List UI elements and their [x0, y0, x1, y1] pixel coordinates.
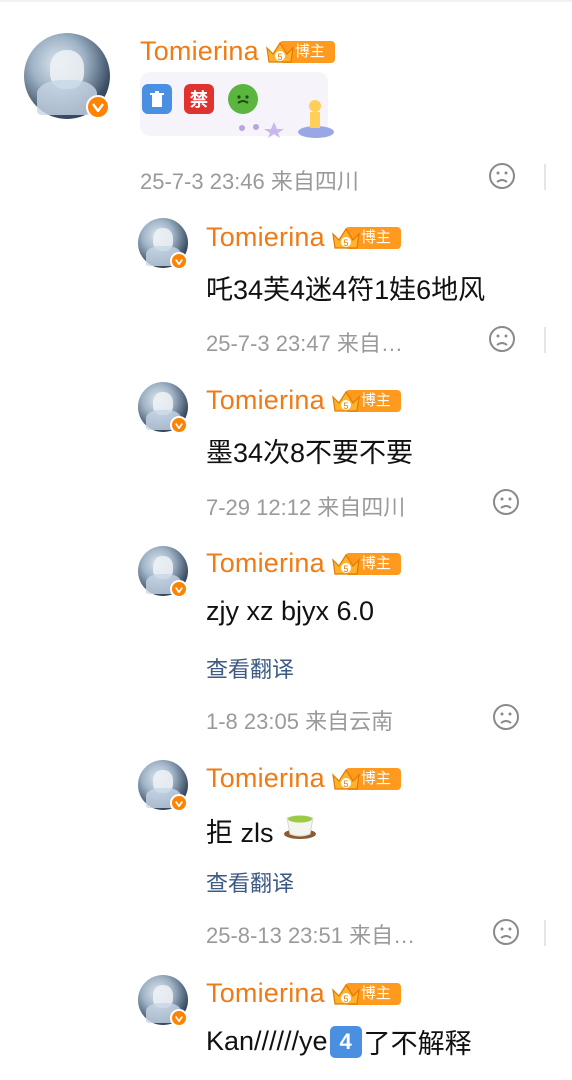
level-badge: 5 博主 [331, 767, 401, 791]
verified-icon [170, 416, 188, 434]
sad-face-icon[interactable] [492, 918, 520, 946]
comment-text: 墨34次8不要不要 [206, 438, 414, 468]
comment-text: 吒34芙4迷4符1娃6地风 [206, 275, 486, 305]
avatar[interactable] [138, 382, 188, 434]
crown-icon: 5 [331, 226, 360, 250]
username[interactable]: Tomierina [206, 222, 325, 253]
comment-text: Kan//////ye 4 了不解释 [206, 1022, 472, 1061]
divider [544, 327, 546, 353]
crown-icon: 5 [265, 40, 294, 64]
sad-face-icon[interactable] [488, 325, 516, 353]
username[interactable]: Tomierina [206, 763, 325, 794]
avatar[interactable] [24, 33, 110, 119]
sad-face-icon[interactable] [492, 488, 520, 516]
svg-text:5: 5 [343, 779, 348, 789]
svg-text:5: 5 [277, 52, 282, 62]
svg-text:5: 5 [343, 994, 348, 1004]
verified-icon [170, 794, 188, 812]
level-badge: 5 博主 [331, 389, 401, 413]
verified-icon [86, 95, 110, 119]
crown-icon: 5 [331, 389, 360, 413]
comment-text: 拒 zls [206, 818, 274, 848]
username[interactable]: Tomierina [206, 548, 325, 579]
svg-text:5: 5 [343, 238, 348, 248]
comment-meta: 25-7-3 23:46 来自四川 [140, 169, 359, 194]
translate-link[interactable]: 查看翻译 [206, 652, 294, 684]
comment-text: zjy xz bjyx 6.0 [206, 596, 375, 626]
crown-icon: 5 [331, 767, 360, 791]
level-badge: 5 博主 [331, 982, 401, 1006]
avatar[interactable] [138, 760, 188, 812]
verified-icon [170, 1009, 188, 1027]
avatar[interactable] [138, 975, 188, 1027]
translate-link[interactable]: 查看翻译 [206, 866, 294, 898]
crown-icon: 5 [331, 552, 360, 576]
svg-text:5: 5 [343, 401, 348, 411]
divider [544, 920, 546, 946]
comment-meta: 7-29 12:12 来自四川 [206, 495, 406, 520]
sad-face-icon[interactable] [488, 162, 516, 190]
level-badge: 5 博主 [331, 226, 401, 250]
crown-icon: 5 [331, 982, 360, 1006]
comment-meta: 1-8 23:05 来自云南 [206, 709, 394, 734]
comment-meta: 25-7-3 23:47 来自… [206, 331, 403, 356]
trash-can-icon [142, 84, 172, 114]
tea-cup-icon [282, 806, 318, 842]
comment-text-part: 了不解释 [363, 1029, 472, 1059]
comment-meta: 25-8-13 23:51 来自… [206, 923, 416, 948]
sad-face-icon[interactable] [492, 703, 520, 731]
comment-text-part: Kan//////ye [206, 1026, 328, 1056]
username[interactable]: Tomierina [206, 978, 325, 1009]
avatar[interactable] [138, 546, 188, 598]
avatar[interactable] [138, 218, 188, 270]
verified-icon [170, 252, 188, 270]
username[interactable]: Tomierina [206, 385, 325, 416]
top-divider [0, 0, 572, 2]
divider [544, 164, 546, 190]
prohibited-icon: 禁 [184, 84, 214, 114]
keycap-icon: 4 [329, 1025, 362, 1058]
little-prince-sticker [236, 94, 336, 138]
verified-icon [170, 580, 188, 598]
level-badge: 5 博主 [331, 552, 401, 576]
username[interactable]: Tomierina [140, 36, 259, 67]
level-badge: 5 博主 [265, 40, 335, 64]
svg-text:5: 5 [343, 564, 348, 574]
